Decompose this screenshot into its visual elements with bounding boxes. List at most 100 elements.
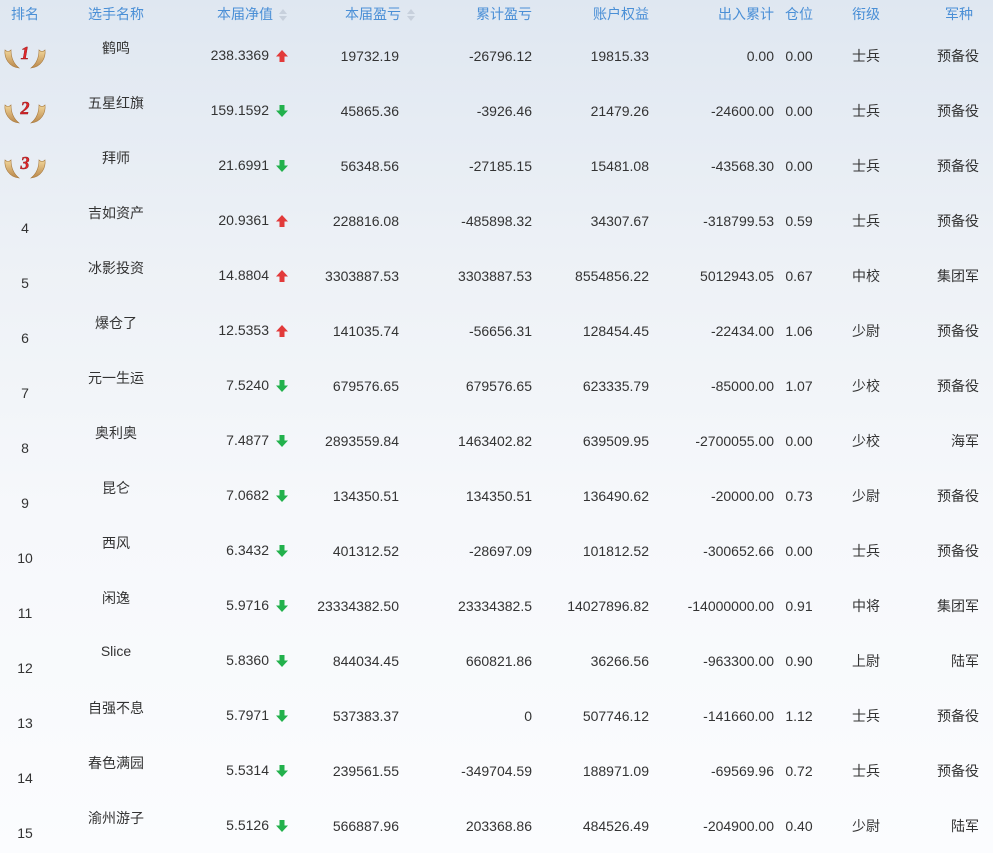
player-name-cell[interactable]: 西风 xyxy=(50,523,182,578)
player-name[interactable]: Slice xyxy=(101,643,131,659)
player-name[interactable]: 昆仑 xyxy=(102,480,130,496)
player-name-cell[interactable]: 爆仓了 xyxy=(50,303,182,358)
player-name-cell[interactable]: 昆仑 xyxy=(50,468,182,523)
branch-cell: 预备役 xyxy=(937,47,979,64)
rank-number: 12 xyxy=(17,659,33,676)
pnl-cell: 2893559.84 xyxy=(325,432,399,449)
player-name-cell[interactable]: 冰影投资 xyxy=(50,248,182,303)
table-row[interactable]: 11 闲逸 5.9716 23334382.50 23334382.5 1402… xyxy=(0,578,993,633)
player-name[interactable]: 春色满园 xyxy=(88,755,144,771)
equity-cell: 484526.49 xyxy=(582,817,649,834)
flow-cell: 0.00 xyxy=(746,47,774,64)
player-name[interactable]: 吉如资产 xyxy=(88,205,144,221)
player-name[interactable]: 西风 xyxy=(102,535,130,551)
flow-cell: -2700055.00 xyxy=(695,432,774,449)
player-name[interactable]: 闲逸 xyxy=(102,590,130,606)
player-name-cell[interactable]: 闲逸 xyxy=(50,578,182,633)
nav-cell: 5.5314 xyxy=(182,743,297,798)
header-nav[interactable]: 本届净值 xyxy=(182,0,297,28)
player-name[interactable]: 奥利奥 xyxy=(95,425,137,441)
rank-number: 15 xyxy=(17,824,33,841)
table-row[interactable]: 10 西风 6.3432 401312.52 -28697.09 101812.… xyxy=(0,523,993,578)
equity-cell: 15481.08 xyxy=(590,157,649,174)
player-name[interactable]: 渝州游子 xyxy=(88,810,144,826)
table-row[interactable]: 7 元一生运 7.5240 679576.65 679576.65 623335… xyxy=(0,358,993,413)
sort-icon[interactable] xyxy=(407,9,415,22)
player-name-cell[interactable]: 鹤鸣 xyxy=(50,28,182,83)
cum-pnl-cell: 203368.86 xyxy=(465,817,532,834)
player-name-cell[interactable]: 五星红旗 xyxy=(50,83,182,138)
branch-cell: 集团军 xyxy=(937,267,979,284)
table-row[interactable]: 13 自强不息 5.7971 537383.37 0 507746.12 -14… xyxy=(0,688,993,743)
player-name-cell[interactable]: 拜师 xyxy=(50,138,182,193)
player-name[interactable]: 元一生运 xyxy=(88,370,144,386)
table-row[interactable]: 15 渝州游子 5.5126 566887.96 203368.86 48452… xyxy=(0,798,993,853)
svg-text:3: 3 xyxy=(20,153,30,173)
position-cell: 0.40 xyxy=(785,817,813,834)
table-row[interactable]: 4 吉如资产 20.9361 228816.08 -485898.32 3430… xyxy=(0,193,993,248)
trend-up-icon xyxy=(276,214,288,227)
rank-number: 14 xyxy=(17,769,33,786)
table-row[interactable]: 12 Slice 5.8360 844034.45 660821.86 3626… xyxy=(0,633,993,688)
table-row[interactable]: 3 拜师 21.6991 56348.56 -27185.15 15481.08… xyxy=(0,138,993,193)
player-name-cell[interactable]: 渝州游子 xyxy=(50,798,182,853)
position-cell: 0.00 xyxy=(785,542,813,559)
pnl-cell: 844034.45 xyxy=(332,652,399,669)
player-name-cell[interactable]: 春色满园 xyxy=(50,743,182,798)
equity-cell: 128454.45 xyxy=(582,322,649,339)
trend-up-icon xyxy=(276,49,288,62)
player-name[interactable]: 冰影投资 xyxy=(88,260,144,276)
rank-cell: 1 xyxy=(0,28,50,83)
position-cell: 1.12 xyxy=(785,707,813,724)
header-cum-pnl[interactable]: 累计盈亏 xyxy=(417,0,534,28)
grade-cell: 士兵 xyxy=(852,762,880,779)
grade-cell: 中校 xyxy=(852,267,880,284)
player-name[interactable]: 五星红旗 xyxy=(88,95,144,111)
rank-cell: 2 xyxy=(0,83,50,138)
header-flow[interactable]: 出入累计 xyxy=(651,0,776,28)
rank-number: 6 xyxy=(21,329,29,346)
branch-cell: 陆军 xyxy=(951,817,979,834)
header-pnl[interactable]: 本届盈亏 xyxy=(297,0,417,28)
pnl-cell: 239561.55 xyxy=(332,762,399,779)
header-equity[interactable]: 账户权益 xyxy=(534,0,651,28)
player-name-cell[interactable]: Slice xyxy=(50,633,182,688)
trend-down-icon xyxy=(276,434,288,447)
header-grade[interactable]: 衔级 xyxy=(822,0,910,28)
position-cell: 0.90 xyxy=(785,652,813,669)
table-row[interactable]: 6 爆仓了 12.5353 141035.74 -56656.31 128454… xyxy=(0,303,993,358)
player-name[interactable]: 爆仓了 xyxy=(95,315,137,331)
nav-cell: 7.5240 xyxy=(182,358,297,413)
player-name[interactable]: 拜师 xyxy=(102,150,130,166)
header-branch[interactable]: 军种 xyxy=(910,0,993,28)
table-row[interactable]: 5 冰影投资 14.8804 3303887.53 3303887.53 855… xyxy=(0,248,993,303)
position-cell: 1.07 xyxy=(785,377,813,394)
branch-cell: 预备役 xyxy=(937,102,979,119)
player-name[interactable]: 鹤鸣 xyxy=(102,40,130,56)
rank-number: 5 xyxy=(21,274,29,291)
table-row[interactable]: 8 奥利奥 7.4877 2893559.84 1463402.82 63950… xyxy=(0,413,993,468)
player-name[interactable]: 自强不息 xyxy=(88,700,144,716)
trend-down-icon xyxy=(276,709,288,722)
player-name-cell[interactable]: 元一生运 xyxy=(50,358,182,413)
table-row[interactable]: 1 鹤鸣 238.3369 19732.19 -26796.12 19815.3… xyxy=(0,28,993,83)
header-position[interactable]: 仓位 xyxy=(776,0,822,28)
header-rank[interactable]: 排名 xyxy=(0,0,50,28)
equity-cell: 21479.26 xyxy=(590,102,649,119)
player-name-cell[interactable]: 吉如资产 xyxy=(50,193,182,248)
branch-cell: 陆军 xyxy=(951,652,979,669)
sort-icon[interactable] xyxy=(279,9,287,22)
equity-cell: 34307.67 xyxy=(590,212,649,229)
rank-number: 8 xyxy=(21,439,29,456)
position-cell: 0.00 xyxy=(785,102,813,119)
nav-cell: 21.6991 xyxy=(182,138,297,193)
nav-value: 5.8360 xyxy=(226,652,269,669)
table-row[interactable]: 14 春色满园 5.5314 239561.55 -349704.59 1889… xyxy=(0,743,993,798)
nav-value: 5.7971 xyxy=(226,707,269,724)
table-row[interactable]: 2 五星红旗 159.1592 45865.36 -3926.46 21479.… xyxy=(0,83,993,138)
header-name[interactable]: 选手名称 xyxy=(50,0,182,28)
table-row[interactable]: 9 昆仑 7.0682 134350.51 134350.51 136490.6… xyxy=(0,468,993,523)
player-name-cell[interactable]: 自强不息 xyxy=(50,688,182,743)
grade-cell: 士兵 xyxy=(852,157,880,174)
player-name-cell[interactable]: 奥利奥 xyxy=(50,413,182,468)
